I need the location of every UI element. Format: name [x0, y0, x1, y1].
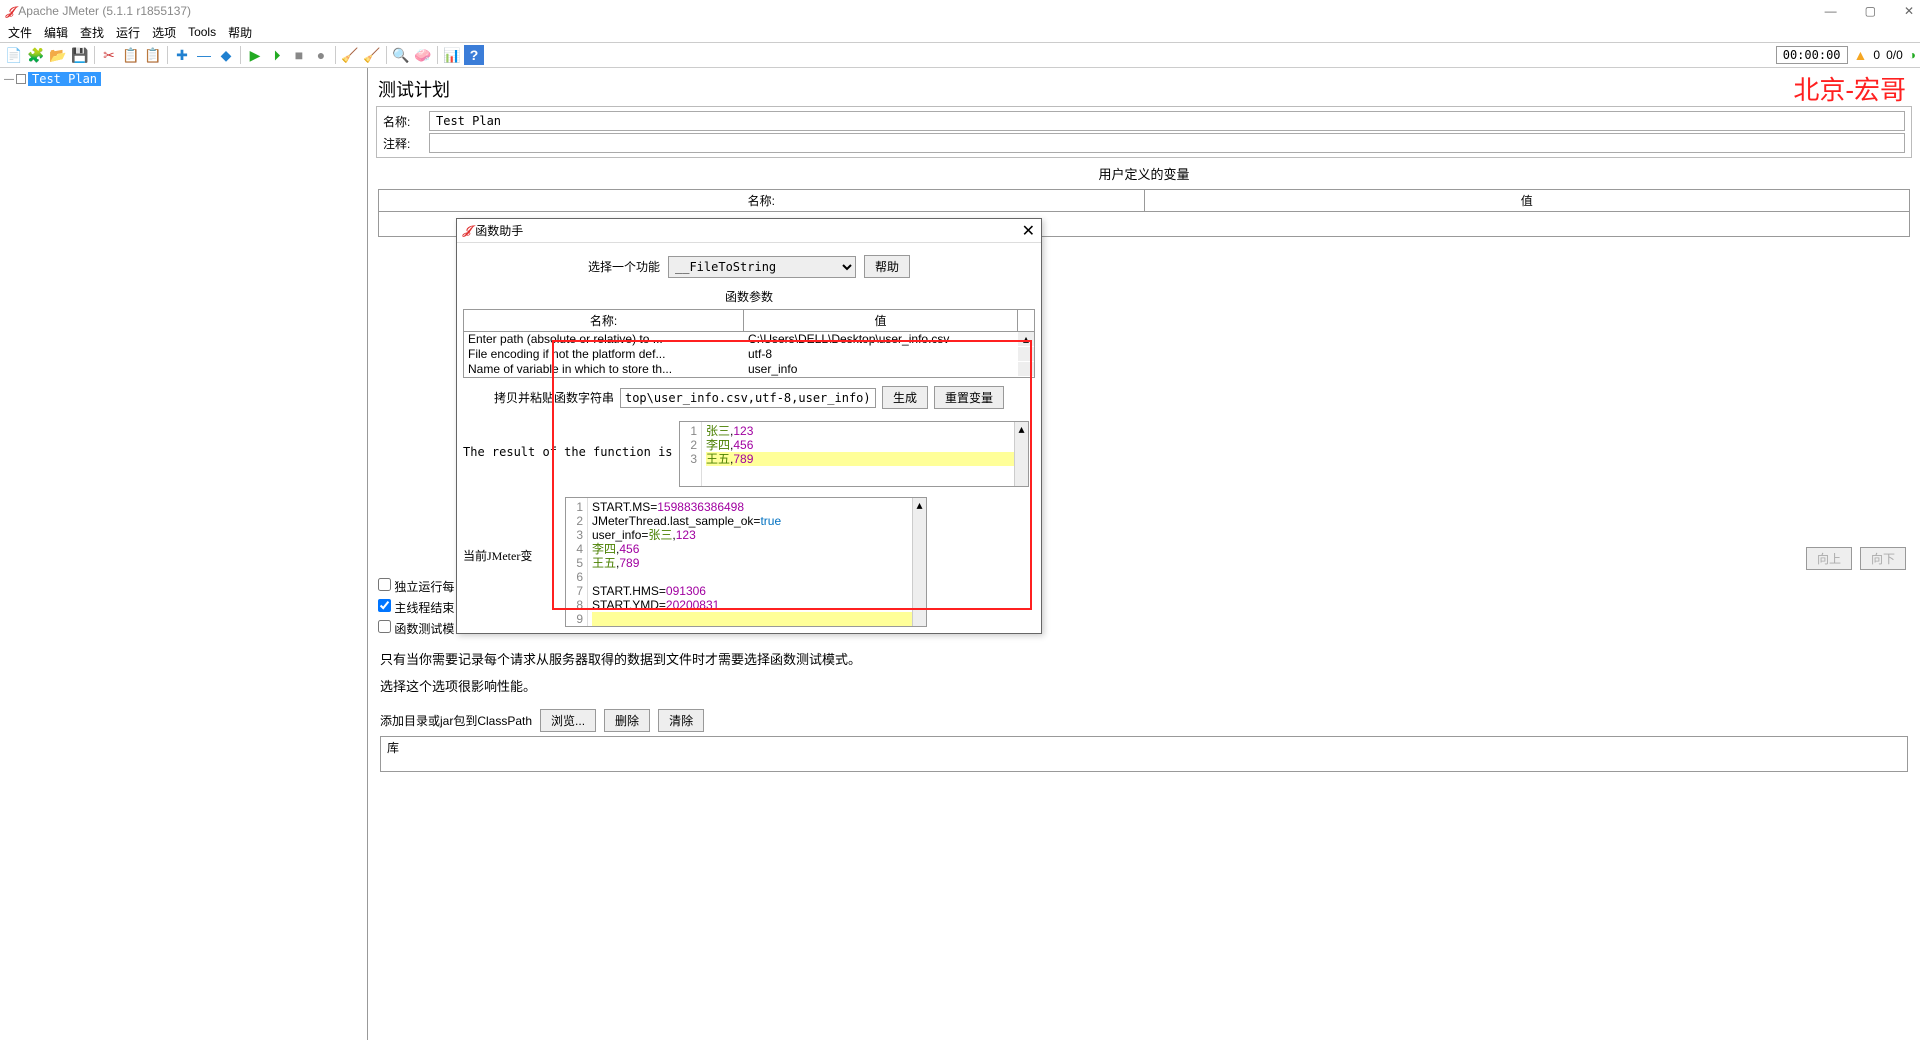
warning-count: 0 — [1873, 48, 1880, 62]
result-box[interactable]: 123 张三,123李四,456王五,789 ▴ — [679, 421, 1029, 487]
close-button[interactable]: ✕ — [1904, 4, 1914, 18]
params-col-name: 名称: — [464, 310, 744, 331]
jmeter-vars-label: 当前JMeter变 — [463, 497, 559, 568]
stop-icon[interactable]: ■ — [289, 45, 309, 65]
menu-file[interactable]: 文件 — [4, 24, 36, 41]
start-no-timers-icon[interactable]: ⏵ — [267, 45, 287, 65]
menu-search[interactable]: 查找 — [76, 24, 108, 41]
vars-col-value: 值 — [1145, 190, 1910, 211]
app-icon: 𝒥 — [6, 4, 14, 19]
reset-vars-button[interactable]: 重置变量 — [934, 386, 1004, 409]
watermark: 北京-宏哥 — [1793, 70, 1906, 107]
new-icon[interactable]: 📄 — [4, 45, 24, 65]
scrollbar[interactable]: ▴ — [1014, 422, 1028, 486]
search-icon[interactable]: 🔍 — [391, 45, 411, 65]
jmeter-vars-box[interactable]: 123456789 START.MS=1598836386498JMeterTh… — [565, 497, 927, 627]
select-function-label: 选择一个功能 — [588, 258, 660, 275]
gauge-icon: ◑ — [1909, 48, 1916, 62]
maximize-button[interactable]: ▢ — [1865, 4, 1876, 18]
menu-edit[interactable]: 编辑 — [40, 24, 72, 41]
params-row[interactable]: Enter path (absolute or relative) to ...… — [464, 332, 1034, 347]
params-table: 名称: 值 Enter path (absolute or relative) … — [463, 309, 1035, 378]
classpath-label: 添加目录或jar包到ClassPath — [380, 712, 532, 729]
tree-root[interactable]: — Test Plan — [4, 72, 363, 86]
copy-paste-label: 拷贝并粘贴函数字符串 — [494, 389, 614, 406]
toggle-icon[interactable]: ◆ — [216, 45, 236, 65]
menubar: 文件 编辑 查找 运行 选项 Tools 帮助 — [0, 22, 1920, 42]
params-scroll-head — [1018, 310, 1034, 331]
menu-tools[interactable]: Tools — [184, 25, 220, 39]
browse-button[interactable]: 浏览... — [540, 709, 596, 732]
delete-button[interactable]: 删除 — [604, 709, 650, 732]
minimize-button[interactable]: — — [1825, 4, 1837, 18]
panel-title: 测试计划 — [372, 72, 1916, 106]
result-label: The result of the function is — [463, 421, 673, 459]
menu-help[interactable]: 帮助 — [224, 24, 256, 41]
note-1: 只有当你需要记录每个请求从服务器取得的数据到文件时才需要选择函数测试模式。 — [372, 645, 1916, 672]
note-2: 选择这个选项很影响性能。 — [372, 672, 1916, 699]
dialog-title: 函数助手 — [475, 222, 523, 239]
help-button[interactable]: 帮助 — [864, 255, 910, 278]
comment-label: 注释: — [383, 135, 429, 152]
test-plan-icon — [16, 74, 26, 84]
generate-button[interactable]: 生成 — [882, 386, 928, 409]
function-helper-icon[interactable]: 📊 — [442, 45, 462, 65]
tree-toggle-icon[interactable]: — — [4, 74, 14, 85]
cut-icon[interactable]: ✂ — [99, 45, 119, 65]
menu-run[interactable]: 运行 — [112, 24, 144, 41]
toolbar: 📄 🧩 📂 💾 ✂ 📋 📋 ✚ — ◆ ▶ ⏵ ■ ● 🧹 🧹 🔍 🧼 📊 ? … — [0, 42, 1920, 68]
params-title: 函数参数 — [463, 284, 1035, 309]
paste-icon[interactable]: 📋 — [143, 45, 163, 65]
window-title: Apache JMeter (5.1.1 r1855137) — [18, 4, 191, 18]
help-icon[interactable]: ? — [464, 45, 484, 65]
function-helper-dialog: 𝒥 函数助手 ✕ 选择一个功能 __FileToString 帮助 函数参数 名… — [456, 218, 1042, 634]
thread-count: 0/0 — [1886, 48, 1903, 62]
open-icon[interactable]: 📂 — [48, 45, 68, 65]
expand-icon[interactable]: ✚ — [172, 45, 192, 65]
menu-options[interactable]: 选项 — [148, 24, 180, 41]
shutdown-icon[interactable]: ● — [311, 45, 331, 65]
timer: 00:00:00 — [1776, 46, 1848, 64]
library-list[interactable]: 库 — [380, 736, 1908, 772]
user-vars-title: 用户定义的变量 — [372, 158, 1916, 189]
dialog-close-button[interactable]: ✕ — [1022, 221, 1035, 241]
vars-col-name: 名称: — [379, 190, 1145, 211]
dialog-icon: 𝒥 — [463, 223, 471, 238]
tree-panel: — Test Plan — [0, 68, 368, 1040]
params-row[interactable]: Name of variable in which to store th...… — [464, 362, 1034, 377]
copy-icon[interactable]: 📋 — [121, 45, 141, 65]
comment-input[interactable] — [429, 133, 1905, 153]
move-up-button[interactable]: 向上 — [1806, 547, 1852, 570]
clear-button[interactable]: 清除 — [658, 709, 704, 732]
templates-icon[interactable]: 🧩 — [26, 45, 46, 65]
params-col-value: 值 — [744, 310, 1018, 331]
name-label: 名称: — [383, 113, 429, 130]
collapse-icon[interactable]: — — [194, 45, 214, 65]
name-input[interactable] — [429, 111, 1905, 131]
save-icon[interactable]: 💾 — [70, 45, 90, 65]
move-down-button[interactable]: 向下 — [1860, 547, 1906, 570]
clear-icon[interactable]: 🧹 — [340, 45, 360, 65]
clear-all-icon[interactable]: 🧹 — [362, 45, 382, 65]
function-string-input[interactable] — [620, 388, 876, 408]
function-select[interactable]: __FileToString — [668, 256, 856, 278]
start-icon[interactable]: ▶ — [245, 45, 265, 65]
tree-root-label: Test Plan — [28, 72, 101, 86]
reset-search-icon[interactable]: 🧼 — [413, 45, 433, 65]
warning-icon[interactable]: ▲ — [1854, 47, 1868, 63]
params-row[interactable]: File encoding if not the platform def...… — [464, 347, 1034, 362]
scrollbar[interactable]: ▴ — [912, 498, 926, 626]
